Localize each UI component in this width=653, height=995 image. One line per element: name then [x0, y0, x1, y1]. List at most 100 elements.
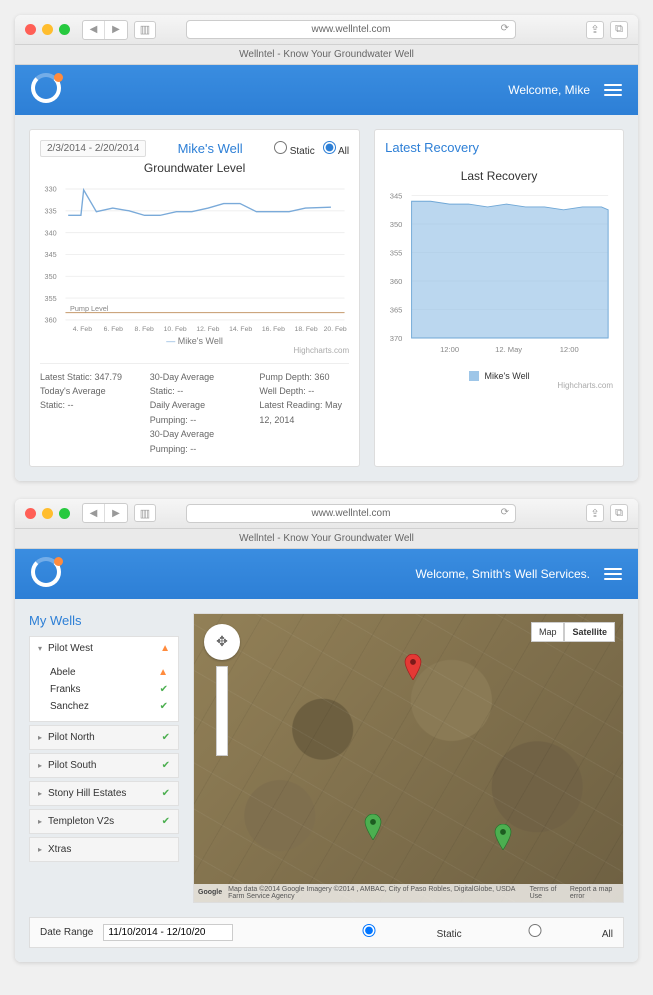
share-icon[interactable]: ⇪ [586, 504, 604, 522]
map-pin-green-1[interactable] [364, 814, 382, 840]
menu-icon[interactable] [604, 84, 622, 96]
menu-icon[interactable] [604, 568, 622, 580]
svg-text:365: 365 [390, 305, 403, 314]
back-icon[interactable]: ◀ [83, 504, 105, 522]
app-header: Welcome, Smith's Well Services. [15, 549, 638, 599]
caret-right-icon: ▸ [38, 761, 42, 770]
well-group-pilot-north[interactable]: ▸Pilot North✔ [30, 726, 178, 749]
date-range-input[interactable] [103, 924, 233, 941]
my-wells-title: My Wells [29, 613, 179, 628]
well-item-franks[interactable]: Franks✔ [50, 681, 168, 698]
svg-text:345: 345 [390, 191, 403, 200]
caret-right-icon: ▸ [38, 845, 42, 854]
address-bar[interactable]: www.wellntel.com ⟳ [186, 20, 516, 39]
recovery-chart: 345 350 355 360 365 370 Level 12:0012. M… [385, 187, 613, 367]
radio-all[interactable]: All [470, 924, 613, 940]
svg-text:10. Feb: 10. Feb [164, 326, 187, 333]
tabs-icon[interactable]: ⧉ [610, 504, 628, 522]
radio-static[interactable]: Static [274, 141, 315, 157]
svg-text:345: 345 [45, 250, 57, 259]
stat-well-depth: Well Depth: -- [259, 384, 349, 398]
maximize-window-icon[interactable] [59, 24, 70, 35]
well-item-abele[interactable]: Abele▲ [50, 664, 168, 681]
page-content: 2/3/2014 - 2/20/2014 Mike's Well Static … [15, 115, 638, 481]
browser-window-1: ◀ ▶ ▥ www.wellntel.com ⟳ ⇪ ⧉ Wellntel - … [15, 15, 638, 481]
chart-credit: Highcharts.com [40, 346, 349, 355]
svg-text:8. Feb: 8. Feb [135, 326, 154, 333]
map-attribution: Google Map data ©2014 Google Imagery ©20… [194, 884, 623, 902]
stat-30d-static: 30-Day Average Static: -- [150, 370, 240, 399]
sidebar-toggle-icon[interactable]: ▥ [134, 504, 156, 522]
wellntel-logo[interactable] [31, 557, 65, 591]
address-bar[interactable]: www.wellntel.com ⟳ [186, 504, 516, 523]
map-pan-control[interactable]: ✥ [204, 624, 240, 660]
well-group-pilot-south[interactable]: ▸Pilot South✔ [30, 754, 178, 777]
well-group-stony-hill[interactable]: ▸Stony Hill Estates✔ [30, 782, 178, 805]
browser-window-2: ◀ ▶ ▥ www.wellntel.com ⟳ ⇪ ⧉ Wellntel - … [15, 499, 638, 962]
svg-text:360: 360 [390, 277, 403, 286]
well-group-templeton[interactable]: ▸Templeton V2s✔ [30, 810, 178, 833]
wellntel-logo[interactable] [31, 73, 65, 107]
browser-chrome: ◀ ▶ ▥ www.wellntel.com ⟳ ⇪ ⧉ [15, 499, 638, 529]
well-group-pilot-west: ▾ Pilot West ▲ Abele▲ Franks✔ Sanchez✔ [29, 636, 179, 722]
map-type-satellite[interactable]: Satellite [564, 622, 615, 642]
nav-buttons: ◀ ▶ [82, 503, 128, 523]
welcome-text: Welcome, Mike [508, 83, 590, 97]
check-icon: ✔ [162, 788, 170, 799]
check-icon: ✔ [160, 701, 168, 712]
svg-text:14. Feb: 14. Feb [229, 326, 252, 333]
svg-text:340: 340 [45, 228, 57, 237]
well-group-xtras[interactable]: ▸Xtras [30, 838, 178, 861]
svg-text:350: 350 [390, 220, 403, 229]
map-pin-red[interactable] [404, 654, 422, 680]
chart-title: Groundwater Level [40, 161, 349, 175]
recovery-credit: Highcharts.com [385, 381, 613, 390]
terms-link[interactable]: Terms of Use [530, 886, 564, 900]
radio-all[interactable]: All [323, 141, 349, 157]
map-view[interactable]: ✥ Map Satellite Google Map data ©2014 [193, 613, 624, 903]
well-item-sanchez[interactable]: Sanchez✔ [50, 698, 168, 715]
svg-text:355: 355 [390, 248, 403, 257]
minimize-window-icon[interactable] [42, 508, 53, 519]
svg-text:4. Feb: 4. Feb [73, 326, 92, 333]
groundwater-chart: 330 335 340 345 350 355 360 Level Pump L… [40, 179, 349, 334]
sidebar-toggle-icon[interactable]: ▥ [134, 21, 156, 39]
map-type-map[interactable]: Map [531, 622, 565, 642]
back-icon[interactable]: ◀ [83, 21, 105, 39]
welcome-text: Welcome, Smith's Well Services. [415, 567, 590, 581]
svg-text:355: 355 [45, 294, 57, 303]
minimize-window-icon[interactable] [42, 24, 53, 35]
svg-text:370: 370 [390, 334, 403, 343]
stat-today-avg: Today's Average Static: -- [40, 384, 130, 413]
svg-text:Pump Level: Pump Level [70, 304, 109, 313]
footer-controls: Date Range Static All [29, 917, 624, 948]
report-link[interactable]: Report a map error [570, 886, 619, 900]
svg-text:Level: Level [40, 241, 42, 259]
share-icon[interactable]: ⇪ [586, 21, 604, 39]
well-group-header[interactable]: ▾ Pilot West ▲ [30, 637, 178, 660]
close-window-icon[interactable] [25, 508, 36, 519]
recovery-legend: Mike's Well [385, 371, 613, 381]
refresh-icon[interactable]: ⟳ [501, 507, 509, 518]
map-pin-green-2[interactable] [494, 824, 512, 850]
caret-down-icon: ▾ [38, 644, 42, 653]
traffic-lights [25, 24, 70, 35]
svg-text:20. Feb: 20. Feb [324, 326, 347, 333]
caret-right-icon: ▸ [38, 789, 42, 798]
tabs-icon[interactable]: ⧉ [610, 21, 628, 39]
date-range-display[interactable]: 2/3/2014 - 2/20/2014 [40, 140, 146, 157]
radio-static[interactable]: Static [304, 924, 462, 940]
forward-icon[interactable]: ▶ [105, 21, 127, 39]
check-icon: ✔ [162, 760, 170, 771]
svg-text:6. Feb: 6. Feb [104, 326, 123, 333]
svg-text:335: 335 [45, 207, 57, 216]
check-icon: ✔ [160, 684, 168, 695]
maximize-window-icon[interactable] [59, 508, 70, 519]
stat-latest-reading: Latest Reading: May 12, 2014 [259, 398, 349, 427]
forward-icon[interactable]: ▶ [105, 504, 127, 522]
warning-icon: ▲ [160, 643, 170, 654]
groundwater-panel: 2/3/2014 - 2/20/2014 Mike's Well Static … [29, 129, 360, 467]
close-window-icon[interactable] [25, 24, 36, 35]
map-zoom-slider[interactable] [216, 666, 228, 756]
refresh-icon[interactable]: ⟳ [501, 23, 509, 34]
